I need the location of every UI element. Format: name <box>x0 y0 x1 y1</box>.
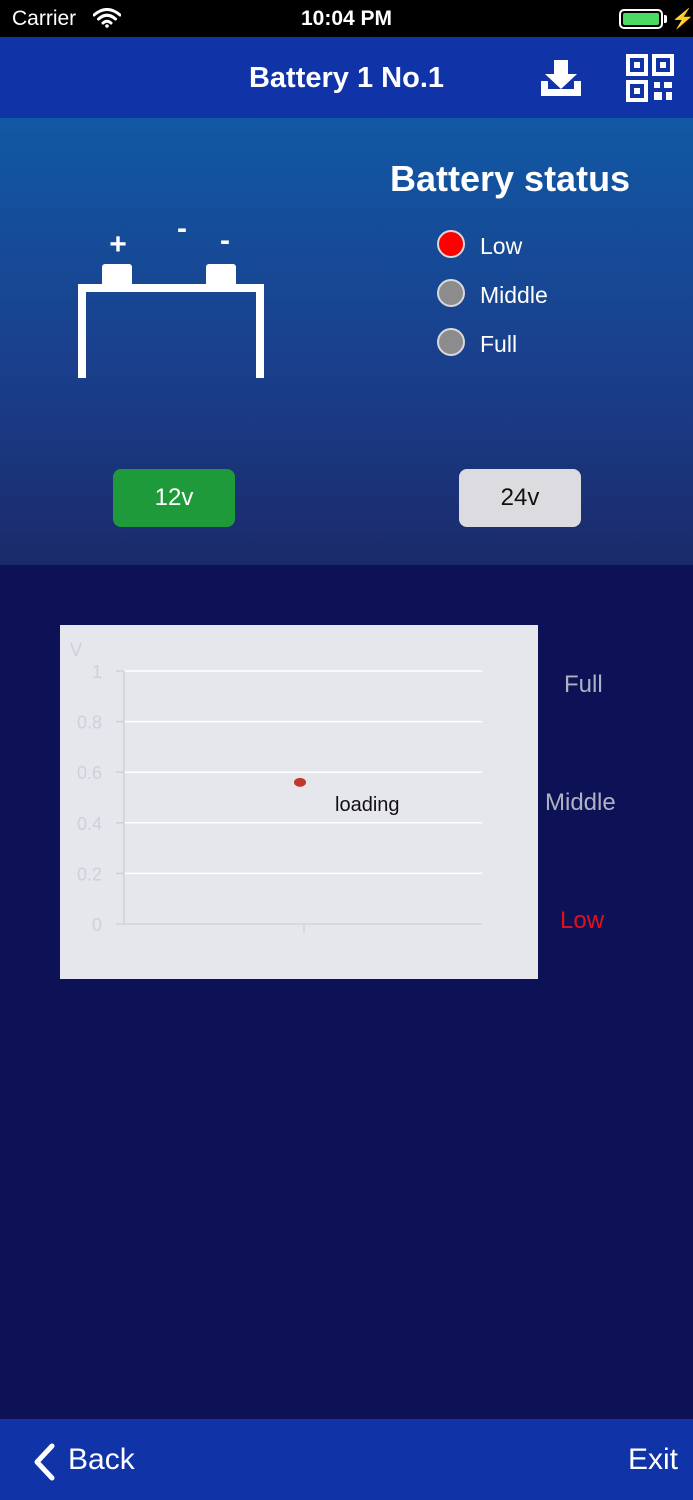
data-point-0 <box>294 777 306 787</box>
exit-button[interactable]: Exit <box>628 1443 678 1477</box>
battery-minus-label-1: - <box>177 212 187 245</box>
voltage-24v-button[interactable]: 24v <box>459 469 581 527</box>
battery-status-panel: + - - Battery status Low Middle Full 12v… <box>0 118 693 565</box>
status-label-middle: Middle <box>480 282 548 308</box>
status-label-full: Full <box>480 331 518 357</box>
y-tick-label-0: 0 <box>92 915 102 935</box>
y-tick-label-2: 0.4 <box>77 814 102 834</box>
battery-level-icon <box>619 9 663 29</box>
y-axis-label: V <box>70 640 82 660</box>
status-dot-low <box>437 230 465 258</box>
y-tick-label-5: 1 <box>92 662 102 682</box>
clock: 10:04 PM <box>300 7 393 30</box>
chart-loading-text: loading <box>335 794 400 816</box>
level-label-low: Low <box>560 907 605 934</box>
back-label: Back <box>68 1443 135 1476</box>
battery-status-title: Battery status <box>390 158 631 199</box>
status-dot-middle <box>437 279 465 307</box>
battery-nub <box>664 15 667 23</box>
nav-bar: Battery 1 No.1 <box>0 37 693 118</box>
y-tick-label-4: 0.8 <box>77 713 102 733</box>
battery-icon: + - - <box>78 212 264 378</box>
chevron-left-icon <box>34 1443 55 1481</box>
y-tick-label-1: 0.2 <box>77 864 102 884</box>
page-title: Battery 1 No.1 <box>248 62 444 94</box>
qr-code-icon[interactable] <box>626 54 674 102</box>
voltage-chart: 0 0.2 0.4 0.6 0.8 1 V loading <box>60 625 538 979</box>
level-label-middle: Middle <box>545 789 616 816</box>
status-bar: Carrier 10:04 PM ⚡ <box>0 0 693 37</box>
battery-plus-label: + <box>109 228 127 261</box>
voltage-12v-button[interactable]: 12v <box>113 469 235 527</box>
y-tick-label-3: 0.6 <box>77 763 102 783</box>
charging-icon: ⚡ <box>671 9 693 30</box>
download-icon[interactable] <box>538 57 584 99</box>
voltage-chart-svg: 0 0.2 0.4 0.6 0.8 1V <box>70 640 482 935</box>
level-label-full: Full <box>564 671 603 698</box>
battery-minus-label-2: - <box>220 224 230 257</box>
bottom-bar: Back Exit <box>0 1419 693 1500</box>
status-label-low: Low <box>480 233 523 259</box>
status-dot-full <box>437 328 465 356</box>
